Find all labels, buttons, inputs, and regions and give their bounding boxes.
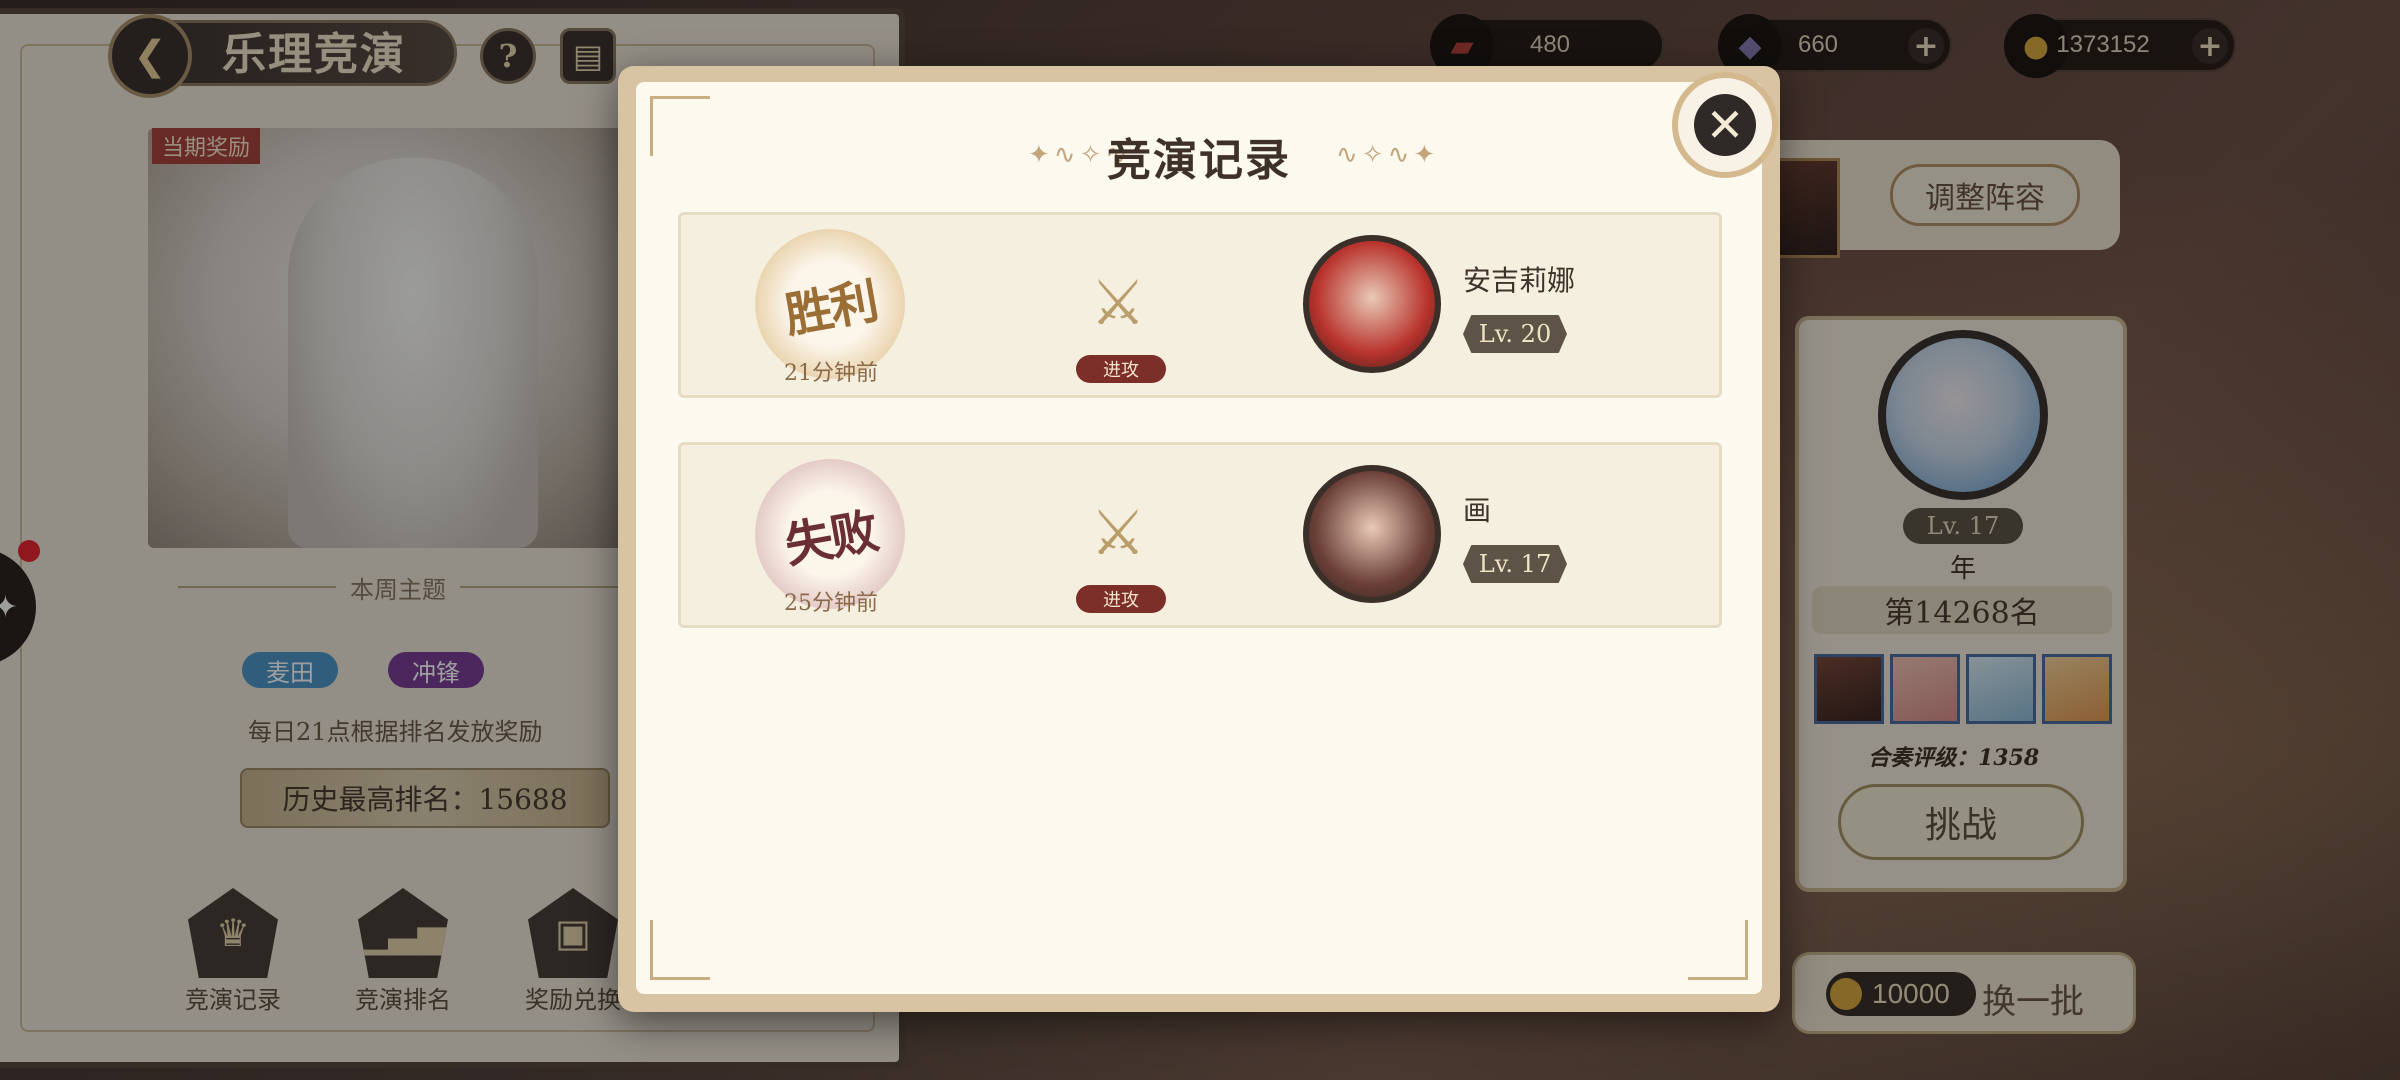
opponent-level: Lv. 20 (1463, 315, 1567, 353)
result-text: 失败 (780, 503, 882, 575)
action-tag: 进攻 (1076, 355, 1166, 383)
opponent-name: 画 (1463, 494, 1492, 527)
result-text: 胜利 (780, 273, 882, 345)
crossed-swords-icon: ⚔ (1090, 495, 1146, 569)
crossed-swords-icon: ⚔ (1090, 265, 1146, 339)
record-row: 失败 25分钟前 ⚔ 进攻 画 Lv. 17 (678, 442, 1722, 628)
record-time: 25分钟前 (784, 591, 878, 616)
record-row: 胜利 21分钟前 ⚔ 进攻 安吉莉娜 Lv. 20 (678, 212, 1722, 398)
opponent-name: 安吉莉娜 (1463, 264, 1576, 297)
opponent-avatar[interactable] (1303, 235, 1441, 373)
close-button[interactable]: ✕ (1672, 72, 1778, 178)
corner-ornament (1688, 920, 1748, 980)
corner-ornament (650, 920, 710, 980)
action-tag: 进攻 (1076, 585, 1166, 613)
modal-title: 竞演记录 (1107, 135, 1291, 186)
opponent-level: Lv. 17 (1463, 545, 1567, 583)
opponent-avatar[interactable] (1303, 465, 1441, 603)
close-icon: ✕ (1694, 94, 1756, 156)
record-time: 21分钟前 (784, 361, 878, 386)
